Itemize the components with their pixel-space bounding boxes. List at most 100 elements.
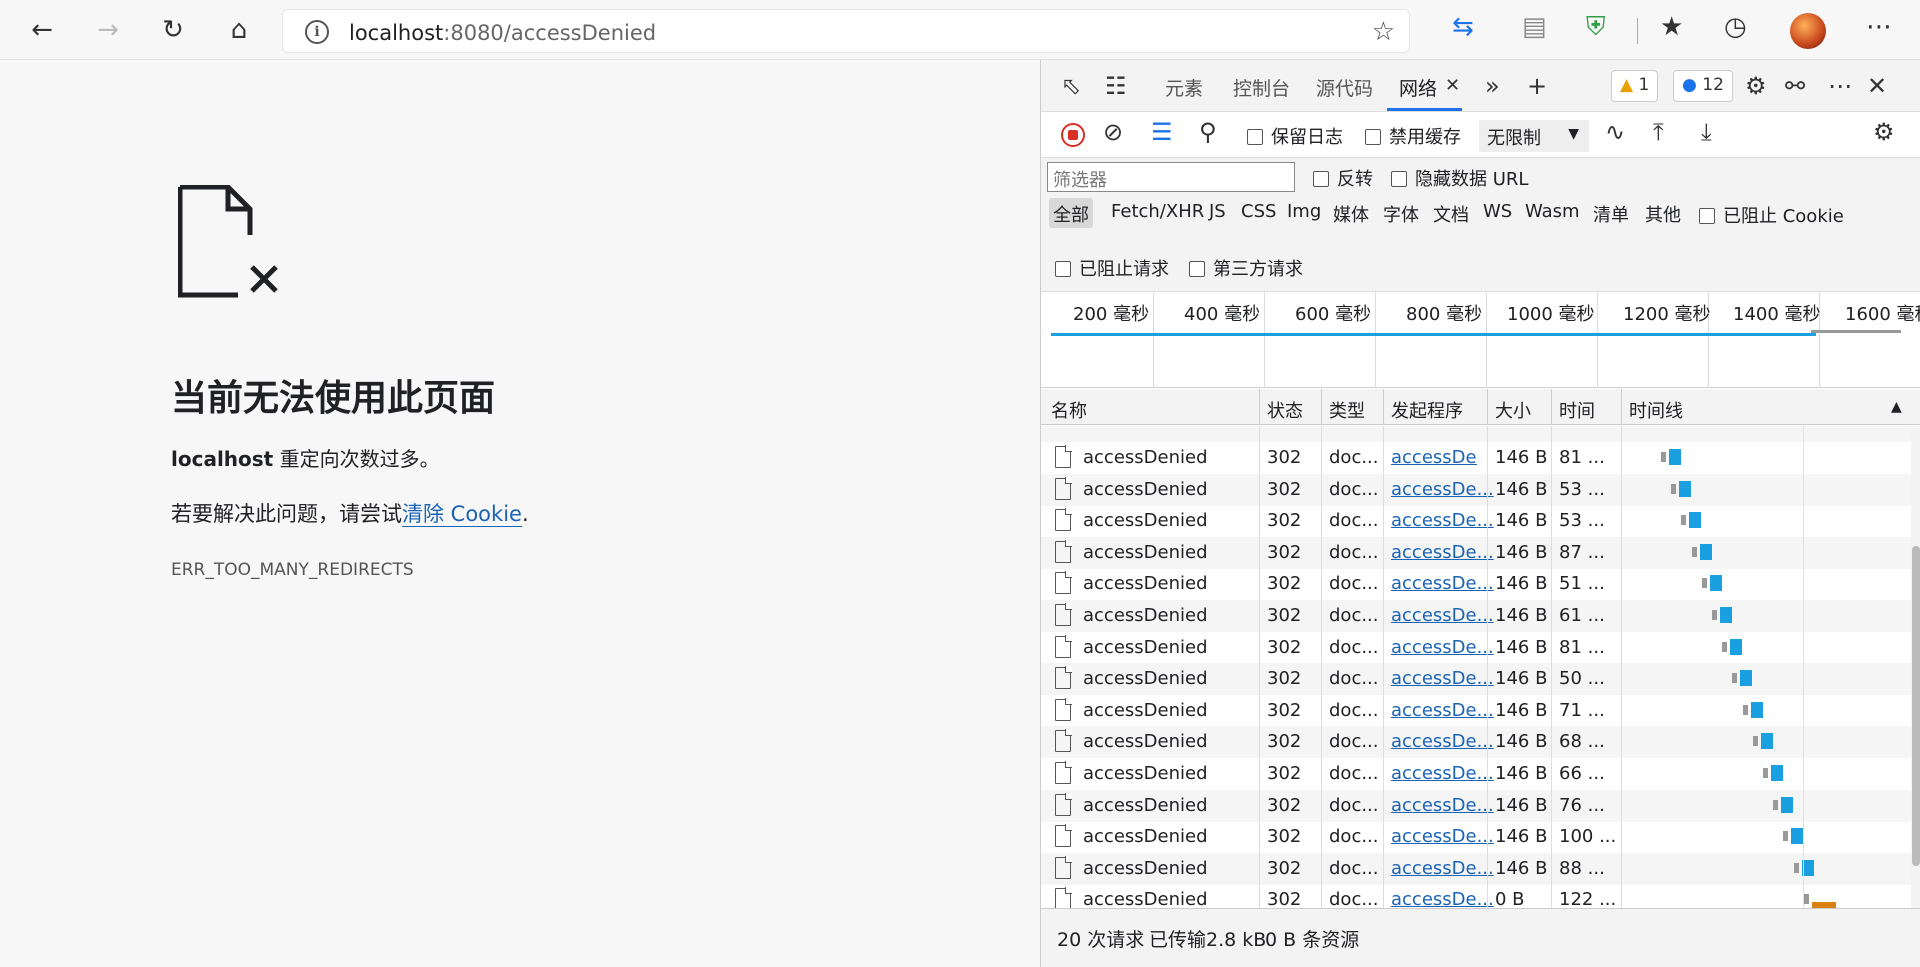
table-row[interactable]: accessDenied 302 doc... accessDe... 146 B 71 … xyxy=(1041,695,1911,727)
column-type[interactable]: 类型 xyxy=(1329,397,1365,423)
tab-sources[interactable]: 源代码 xyxy=(1316,74,1373,101)
table-row[interactable]: accessDenied 302 doc... accessDe... 146 B 66 … xyxy=(1041,758,1911,790)
more-tabs-icon[interactable]: » xyxy=(1485,72,1500,100)
sync-extension-icon[interactable]: ⇆ xyxy=(1452,12,1474,42)
type-filter-fetch[interactable]: Fetch/XHR xyxy=(1107,198,1208,228)
type-filter-js[interactable]: JS xyxy=(1205,198,1230,228)
blocked-requests-box[interactable] xyxy=(1055,261,1071,277)
column-divider[interactable] xyxy=(1487,389,1488,425)
profile-avatar[interactable] xyxy=(1790,13,1826,49)
network-conditions-icon[interactable]: ∿ xyxy=(1605,118,1625,146)
table-row[interactable]: accessDenied 302 doc... accessDe... 146 B 61 … xyxy=(1041,600,1911,632)
record-icon[interactable] xyxy=(1061,123,1085,147)
table-row[interactable]: accessDenied 302 doc... accessDe... 146 B 53 … xyxy=(1041,505,1911,537)
request-initiator-link[interactable]: accessDe... xyxy=(1391,795,1494,816)
table-row[interactable]: accessDenied 302 doc... accessDe... 146 B 68 … xyxy=(1041,726,1911,759)
request-initiator-link[interactable]: accessDe... xyxy=(1391,447,1477,468)
reload-icon[interactable]: ↻ xyxy=(153,10,193,50)
request-initiator-link[interactable]: accessDe... xyxy=(1391,826,1494,847)
forward-icon[interactable]: → xyxy=(88,10,128,50)
filter-input[interactable]: 筛选器 xyxy=(1047,162,1295,192)
close-devtools-icon[interactable]: ✕ xyxy=(1867,72,1887,100)
tab-elements[interactable]: 元素 xyxy=(1165,74,1203,101)
disable-cache-box[interactable] xyxy=(1365,129,1381,145)
back-icon[interactable]: ← xyxy=(22,10,62,50)
request-initiator-link[interactable]: accessDe... xyxy=(1391,889,1494,908)
type-filter-wasm[interactable]: Wasm xyxy=(1521,198,1584,228)
shield-extension-icon[interactable]: ⛨ xyxy=(1586,12,1606,43)
warnings-badge[interactable]: ▲ 1 xyxy=(1611,70,1659,102)
column-divider[interactable] xyxy=(1259,389,1260,425)
import-har-icon[interactable]: ⤒ xyxy=(1653,118,1664,146)
type-filter-manifest[interactable]: 清单 xyxy=(1589,198,1633,228)
search-icon[interactable]: ⚲ xyxy=(1199,118,1217,146)
inspect-element-icon[interactable]: ⬁ xyxy=(1061,72,1081,100)
column-size[interactable]: 大小 xyxy=(1495,397,1531,423)
type-filter-font[interactable]: 字体 xyxy=(1379,198,1423,228)
column-initiator[interactable]: 发起程序 xyxy=(1391,397,1463,423)
request-initiator-link[interactable]: accessDe... xyxy=(1391,479,1494,500)
request-initiator-link[interactable]: accessDe... xyxy=(1391,668,1494,689)
request-initiator-link[interactable]: accessDe... xyxy=(1391,731,1494,752)
third-party-checkbox[interactable]: 第三方请求 xyxy=(1189,255,1303,281)
device-toolbar-icon[interactable]: ☷ xyxy=(1105,72,1127,100)
export-har-icon[interactable]: ⤓ xyxy=(1701,118,1712,146)
clear-cookie-link[interactable]: 清除 Cookie xyxy=(402,502,522,527)
network-overview[interactable]: 200 毫秒 400 毫秒 600 毫秒 800 毫秒 1000 毫秒 1200… xyxy=(1041,292,1920,388)
table-row[interactable]: accessDenied 302 doc... accessDe... 146 B 76 … xyxy=(1041,789,1911,822)
more-options-icon[interactable]: ⋯ xyxy=(1828,72,1852,100)
blocked-requests-checkbox[interactable]: 已阻止请求 xyxy=(1055,255,1169,281)
table-row[interactable]: accessDenied 302 doc... accessDe... 146 B 50 … xyxy=(1041,663,1911,696)
clear-icon[interactable]: ⊘ xyxy=(1103,118,1123,146)
add-favorite-icon[interactable]: ☆ xyxy=(1372,17,1395,47)
column-name[interactable]: 名称 xyxy=(1051,397,1087,423)
table-row[interactable]: accessDenied 302 doc... accessDe... 146 B 88 … xyxy=(1041,852,1911,885)
type-filter-doc[interactable]: 文档 xyxy=(1429,198,1473,228)
type-filter-media[interactable]: 媒体 xyxy=(1329,198,1373,228)
request-initiator-link[interactable]: accessDe... xyxy=(1391,542,1494,563)
column-time[interactable]: 时间 xyxy=(1559,397,1595,423)
throttling-select[interactable]: 无限制 ▼ xyxy=(1479,120,1589,152)
table-row[interactable]: accessDenied302doc...accessDe...146 B81 … xyxy=(1041,442,1911,474)
request-initiator-link[interactable]: accessDe... xyxy=(1391,700,1494,721)
favorites-icon[interactable]: ★ xyxy=(1660,12,1683,42)
request-initiator-link[interactable]: accessDe... xyxy=(1391,510,1494,531)
site-info-icon[interactable]: i xyxy=(305,20,329,44)
settings-icon[interactable]: ⚙ xyxy=(1745,72,1767,100)
table-row[interactable]: accessDenied302doc...accessDe...146 B81 … xyxy=(1041,632,1911,664)
home-icon[interactable]: ⌂ xyxy=(219,10,259,50)
column-status[interactable]: 状态 xyxy=(1267,397,1303,423)
third-party-box[interactable] xyxy=(1189,261,1205,277)
blocked-cookies-checkbox[interactable]: 已阻止 Cookie xyxy=(1699,202,1844,228)
table-row[interactable]: accessDenied 302 doc... accessDe... 0 B 122 .… xyxy=(1041,884,1911,908)
column-divider[interactable] xyxy=(1551,389,1552,425)
column-divider[interactable] xyxy=(1321,389,1322,425)
add-tab-icon[interactable]: + xyxy=(1527,72,1547,100)
request-initiator-link[interactable]: accessDe... xyxy=(1391,573,1494,594)
table-row[interactable]: accessDenied 302 doc... accessDe... 146 B 87 … xyxy=(1041,536,1911,569)
table-row[interactable]: accessDenied 302 doc... accessDe... 146 B 51 … xyxy=(1041,568,1911,600)
column-divider[interactable] xyxy=(1621,389,1622,425)
request-initiator-link[interactable]: accessDe... xyxy=(1391,763,1494,784)
request-initiator-link[interactable]: accessDe... xyxy=(1391,637,1494,658)
tab-network[interactable]: 网络 xyxy=(1399,74,1437,101)
request-initiator-link[interactable]: accessDe... xyxy=(1391,605,1494,626)
hide-data-url-box[interactable] xyxy=(1391,171,1407,187)
disable-cache-checkbox[interactable]: 禁用缓存 xyxy=(1365,123,1461,149)
blocked-cookies-box[interactable] xyxy=(1699,208,1715,224)
table-row-partial[interactable] xyxy=(1041,426,1911,443)
scrollbar-thumb[interactable] xyxy=(1912,546,1920,866)
customize-icon[interactable]: ⚯ xyxy=(1785,72,1805,100)
history-icon[interactable]: ◷ xyxy=(1724,12,1747,42)
table-row[interactable]: accessDenied 302 doc... accessDe... 146 B 100… xyxy=(1041,821,1911,853)
preserve-log-checkbox[interactable]: 保留日志 xyxy=(1247,123,1343,149)
invert-checkbox[interactable]: 反转 xyxy=(1313,165,1373,191)
sort-ascending-icon[interactable]: ▲ xyxy=(1891,399,1902,415)
more-icon[interactable]: ⋯ xyxy=(1866,12,1892,42)
network-settings-icon[interactable]: ⚙ xyxy=(1873,118,1895,146)
requests-scrollbar[interactable] xyxy=(1911,426,1920,908)
close-tab-icon[interactable]: ✕ xyxy=(1445,75,1460,96)
type-filter-all[interactable]: 全部 xyxy=(1049,198,1093,228)
column-waterfall[interactable]: 时间线 xyxy=(1629,397,1683,423)
type-filter-img[interactable]: Img xyxy=(1283,198,1325,228)
